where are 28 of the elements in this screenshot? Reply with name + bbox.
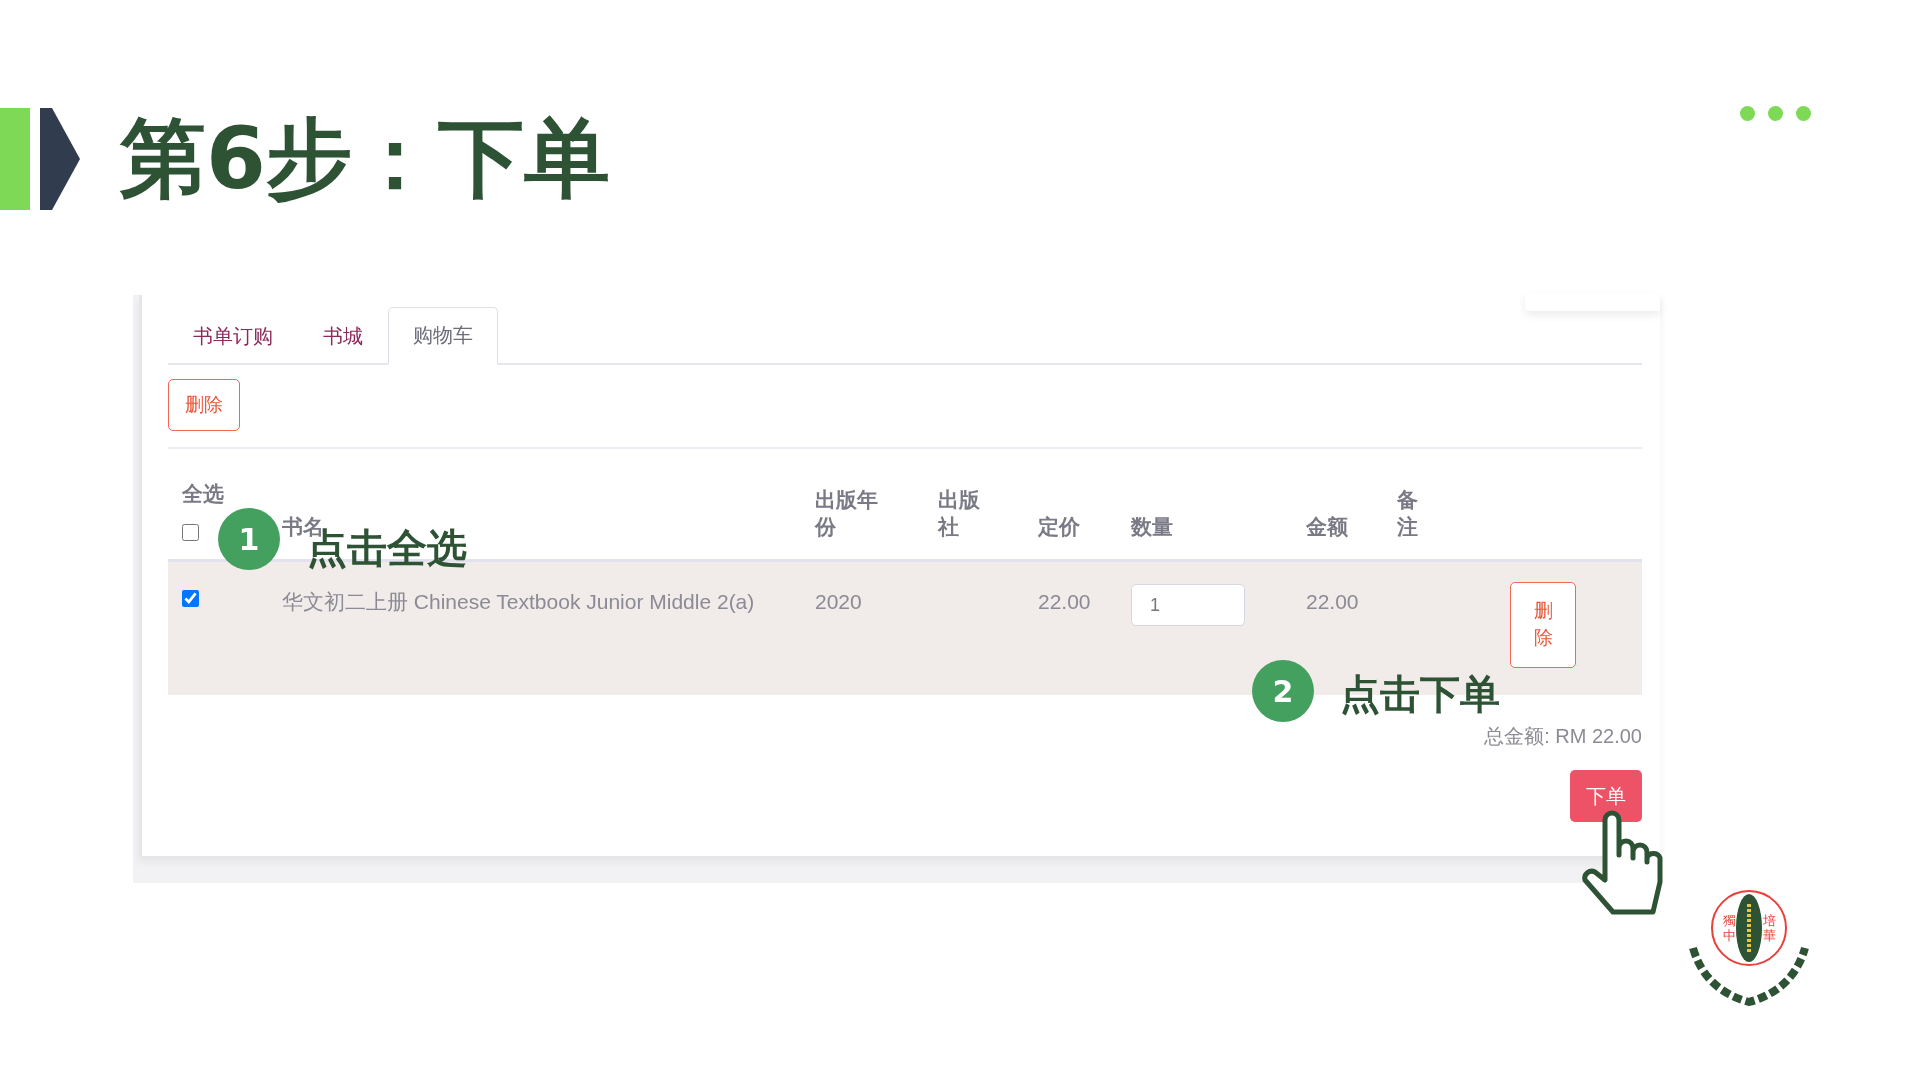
step-instruction: 点击下单 [1340, 674, 1500, 714]
total-amount: 总金额: RM 22.00 [1484, 724, 1642, 749]
table-cell: 22.00 [1038, 590, 1091, 613]
column-header: 备注 [1397, 486, 1419, 541]
order-button[interactable]: 下单 [1570, 770, 1642, 822]
column-header: 出版社 [938, 486, 981, 541]
select-all-checkbox[interactable] [182, 524, 199, 541]
school-logo: 獨中 培華 [1685, 890, 1813, 1008]
row-checkbox[interactable] [182, 590, 199, 607]
delete-button[interactable]: 删除 [168, 379, 240, 431]
tab[interactable]: 书单订购 [168, 307, 298, 365]
quantity-field[interactable]: 1 [1131, 584, 1245, 626]
table-cell-text: 华文初二上册 Chinese Textbook Junior Middle 2(a) [282, 589, 756, 615]
delete-button[interactable]: 删除 [1510, 582, 1576, 668]
tab[interactable]: 书城 [298, 307, 388, 365]
table-cell: 2020 [815, 590, 862, 613]
dot-icon [1768, 106, 1783, 121]
table-cell: 22.00 [1306, 590, 1359, 613]
tab[interactable]: 购物车 [388, 307, 498, 365]
select-all-label: 全选 [182, 481, 225, 508]
column-header: 数量 [1131, 514, 1174, 541]
column-header: 定价 [1038, 514, 1081, 541]
column-header: 金额 [1306, 514, 1349, 541]
column-header: 出版年份 [815, 486, 879, 541]
dot-icon [1796, 106, 1811, 121]
slide-title: 第6步：下单 [120, 106, 610, 210]
dot-icon [1740, 106, 1755, 121]
triangle-icon [40, 108, 80, 210]
